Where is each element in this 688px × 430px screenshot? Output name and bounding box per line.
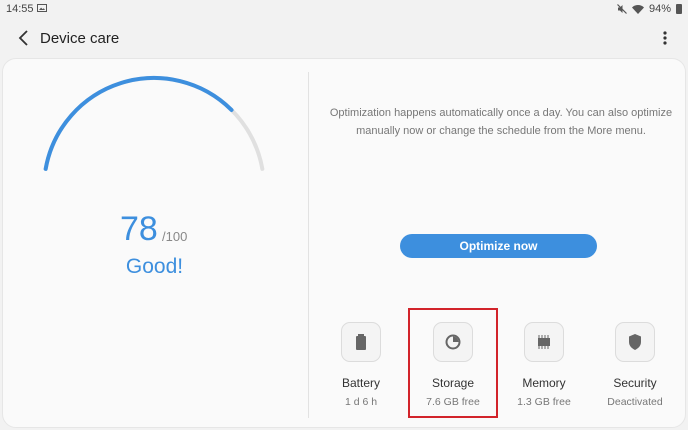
image-icon: [37, 4, 47, 12]
tile-label: Security: [613, 376, 657, 390]
back-arrow-icon: [18, 30, 28, 46]
tile-value: 1.3 GB free: [517, 396, 571, 408]
status-time: 14:55: [6, 3, 34, 15]
wifi-icon: [631, 5, 644, 14]
status-bar: 14:55 94%: [0, 0, 688, 20]
battery-percent: 94%: [648, 3, 671, 15]
optimize-now-button[interactable]: Optimize now: [400, 234, 597, 258]
tile-value: Deactivated: [607, 396, 663, 408]
memory-chip-icon: [538, 335, 550, 349]
score-value: 78: [120, 210, 158, 248]
battery-tile-icon-box: [341, 322, 381, 362]
tile-value: 1 d 6 h: [344, 396, 378, 408]
mute-icon: [617, 4, 627, 14]
tile-memory[interactable]: Memory 1.3 GB free: [498, 322, 590, 408]
storage-highlight-box: [408, 308, 498, 418]
tile-security[interactable]: Security Deactivated: [589, 322, 681, 408]
more-options-button[interactable]: [656, 29, 674, 47]
score-max: /100: [162, 229, 188, 244]
optimization-description: Optimization happens automatically once …: [329, 107, 673, 137]
security-tile-icon-box: [615, 322, 655, 362]
memory-tile-icon-box: [524, 322, 564, 362]
back-button[interactable]: [14, 28, 34, 48]
shield-icon: [629, 334, 641, 350]
tile-label: Memory: [522, 376, 566, 390]
battery-icon: [356, 334, 366, 350]
tile-battery[interactable]: Battery 1 d 6 h: [315, 322, 407, 408]
page-title: Device care: [40, 30, 120, 47]
score-status: Good!: [125, 255, 184, 278]
tile-label: Battery: [341, 376, 380, 390]
app-bar: Device care: [0, 22, 688, 54]
battery-status-icon: [676, 4, 682, 14]
more-vert-icon: [663, 31, 667, 45]
divider: [308, 72, 309, 418]
